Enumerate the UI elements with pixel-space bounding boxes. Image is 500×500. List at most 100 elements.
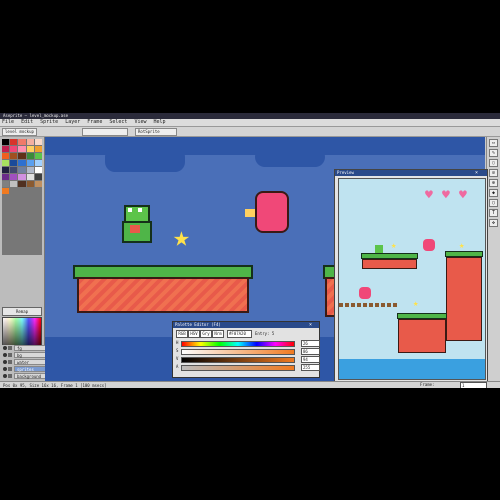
palette-swatch[interactable] [18,139,26,145]
star-pickup: ★ [413,299,419,309]
palette-swatch[interactable] [26,153,34,159]
pencil-tool-icon[interactable]: ✎ [489,149,498,157]
pink-bird-enemy-sprite [423,239,435,251]
lock-icon[interactable] [8,374,12,378]
palette-swatch[interactable] [10,160,18,166]
eye-icon[interactable] [3,353,7,357]
palette-editor-title: Palette Editor (F4) [173,322,319,328]
value-slider[interactable] [181,357,295,363]
palette-swatch[interactable] [26,167,34,173]
remap-button[interactable]: Remap [2,307,42,316]
menu-frame[interactable]: Frame [85,119,104,126]
color-palette[interactable] [2,139,42,255]
palette-swatch[interactable] [18,160,26,166]
mode-hsv-button[interactable]: HSV [188,330,200,338]
text-tool-icon[interactable]: T [489,209,498,217]
eraser-tool-icon[interactable]: ▯ [489,159,498,167]
star-pickup: ★ [391,241,397,251]
rotation-algorithm-select[interactable]: RotSprite [135,128,177,136]
palette-swatch[interactable] [34,167,42,173]
channel-row: H 26 [176,340,320,347]
lock-icon[interactable] [8,346,12,350]
heart-icon: ♥ [425,188,433,203]
hue-slider[interactable] [181,341,295,347]
palette-editor-dialog[interactable]: Palette Editor (F4) × RGB HSV Gry Nrm #F… [172,321,320,378]
palette-swatch[interactable] [2,188,10,194]
palette-swatch[interactable] [10,139,18,145]
channel-row: S 86 [176,348,320,355]
menu-select[interactable]: Select [107,119,129,126]
palette-swatch[interactable] [26,174,34,180]
frog-hero-sprite [120,205,152,245]
palette-swatch[interactable] [18,181,26,187]
mode-normal-button[interactable]: Nrm [212,330,224,338]
palette-swatch[interactable] [2,174,10,180]
hue-value[interactable]: 26 [301,340,320,347]
palette-swatch[interactable] [34,139,42,145]
tab-level-mockup[interactable]: level mockup [2,128,37,136]
palette-swatch[interactable] [10,153,18,159]
mode-gray-button[interactable]: Gry [200,330,212,338]
move-tool-icon[interactable]: ✥ [489,219,498,227]
palette-swatch[interactable] [18,146,26,152]
menu-help[interactable]: Help [152,119,168,126]
hex-color-field[interactable]: #F07A20 [227,330,252,338]
palette-swatch[interactable] [2,167,10,173]
layer-name: bg [14,352,48,358]
palette-swatch[interactable] [18,167,26,173]
palette-swatch[interactable] [10,167,18,173]
palette-swatch[interactable] [18,153,26,159]
zoom-tool-icon[interactable]: ⊕ [489,179,498,187]
menu-edit[interactable]: Edit [19,119,35,126]
tools-bar: ▭ ✎ ▯ ⊘ ⊕ ◆ ○ T ✥ [486,137,500,383]
frame-number-input[interactable]: 1 [460,382,487,388]
palette-swatch[interactable] [2,160,10,166]
close-icon[interactable]: × [475,170,485,176]
palette-swatch[interactable] [10,146,18,152]
menu-file[interactable]: File [0,119,16,126]
eye-icon[interactable] [3,374,7,378]
preview-window[interactable]: Preview × ♥ ♥ ♥ ★ ★ ★ [334,169,488,384]
brick-platform-body [362,259,417,269]
tool-option-field[interactable] [82,128,128,136]
palette-swatch[interactable] [34,174,42,180]
palette-swatch[interactable] [2,153,10,159]
pink-bird-enemy-sprite [245,187,295,235]
lock-icon[interactable] [8,360,12,364]
mode-rgb-button[interactable]: RGB [176,330,188,338]
preview-viewport: ♥ ♥ ♥ ★ ★ ★ [338,178,486,380]
palette-swatch[interactable] [26,160,34,166]
palette-swatch[interactable] [10,174,18,180]
palette-swatch[interactable] [18,174,26,180]
palette-swatch[interactable] [34,160,42,166]
fill-tool-icon[interactable]: ◆ [489,189,498,197]
eye-icon[interactable] [3,367,7,371]
alpha-slider[interactable] [181,365,295,371]
palette-swatch[interactable] [34,181,42,187]
menu-sprite[interactable]: Sprite [38,119,60,126]
palette-swatch[interactable] [34,153,42,159]
eyedropper-tool-icon[interactable]: ⊘ [489,169,498,177]
palette-swatch[interactable] [2,139,10,145]
lock-icon[interactable] [8,353,12,357]
menu-view[interactable]: View [132,119,148,126]
palette-swatch[interactable] [26,181,34,187]
saturation-value[interactable]: 86 [301,348,320,355]
channel-row: A 255 [176,364,320,371]
menu-layer[interactable]: Layer [63,119,82,126]
palette-swatch[interactable] [34,146,42,152]
close-icon[interactable]: × [309,322,319,328]
lock-icon[interactable] [8,367,12,371]
palette-swatch[interactable] [2,146,10,152]
palette-swatch[interactable] [10,181,18,187]
eye-icon[interactable] [3,360,7,364]
alpha-value[interactable]: 255 [301,364,320,371]
marquee-tool-icon[interactable]: ▭ [489,139,498,147]
palette-swatch[interactable] [26,139,34,145]
palette-swatch[interactable] [2,181,10,187]
palette-swatch[interactable] [26,146,34,152]
shape-tool-icon[interactable]: ○ [489,199,498,207]
eye-icon[interactable] [3,346,7,350]
saturation-slider[interactable] [181,349,295,355]
value-value[interactable]: 94 [301,356,320,363]
